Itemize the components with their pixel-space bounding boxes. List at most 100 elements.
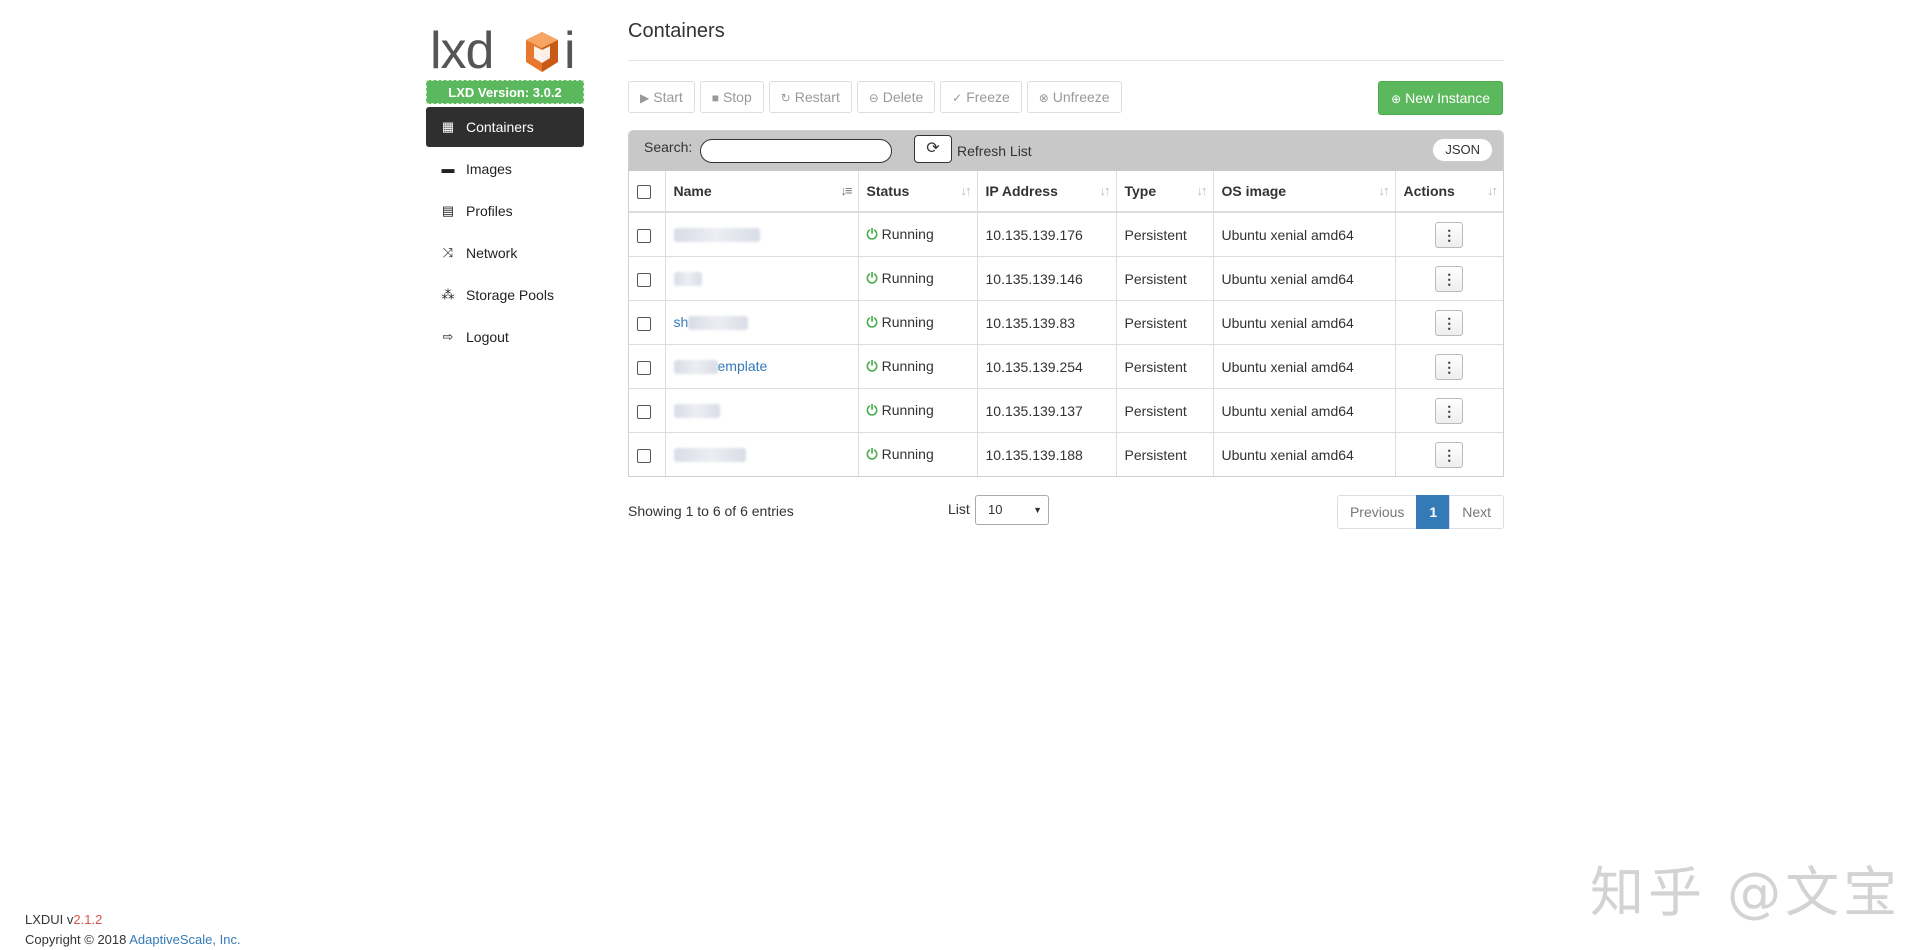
- start-button[interactable]: ▶ Start: [628, 81, 695, 113]
- column-header-type[interactable]: Type ↓↑: [1116, 171, 1214, 213]
- sort-asc-icon: ↓≡: [840, 183, 852, 198]
- column-header-name[interactable]: Name ↓≡: [665, 171, 859, 213]
- container-name-link[interactable]: emplate: [673, 358, 767, 376]
- lxdui-logo[interactable]: lxd i: [426, 20, 584, 78]
- os-cell: Ubuntu xenial amd64: [1213, 256, 1396, 301]
- status-text: Running: [881, 270, 934, 286]
- stop-button[interactable]: ■ Stop: [699, 81, 764, 113]
- redacted-name: [673, 271, 702, 286]
- power-icon: ⏻: [866, 358, 878, 374]
- status-text: Running: [881, 226, 934, 242]
- sidebar-item-logout[interactable]: ⇨ Logout: [426, 317, 584, 357]
- refresh-button[interactable]: ⟳: [914, 135, 952, 163]
- ip-cell: 10.135.139.146: [977, 256, 1117, 301]
- column-header-actions[interactable]: Actions ↓↑: [1395, 171, 1503, 213]
- sort-icon: ↓↑: [1487, 183, 1498, 198]
- drive-icon: ▬: [441, 161, 455, 176]
- unfreeze-button[interactable]: ⊗ Unfreeze: [1026, 81, 1122, 113]
- delete-icon: ⊖: [868, 91, 879, 105]
- table-footer: Showing 1 to 6 of 6 entries List 10 ▼ Pr…: [628, 487, 1504, 529]
- kebab-icon: ⋮: [1442, 358, 1457, 375]
- new-instance-button[interactable]: ⊕ New Instance: [1378, 81, 1503, 115]
- table-row: emplate ⏻ Running 10.135.139.254 Persiste…: [629, 344, 1503, 389]
- list-icon: ▤: [441, 203, 455, 218]
- row-actions-button[interactable]: ⋮: [1435, 265, 1464, 292]
- row-checkbox[interactable]: [637, 448, 651, 463]
- search-input[interactable]: [700, 139, 892, 163]
- row-checkbox[interactable]: [637, 360, 651, 375]
- container-name-link[interactable]: [673, 446, 746, 464]
- status-text: Running: [881, 358, 934, 374]
- sidebar-item-label: Images: [466, 161, 512, 177]
- sidebar-item-containers[interactable]: ▦ Containers: [426, 107, 584, 147]
- redacted-name: [673, 447, 746, 462]
- row-checkbox[interactable]: [637, 404, 651, 419]
- container-name-link[interactable]: [673, 226, 760, 244]
- pagination-page[interactable]: 1: [1416, 495, 1451, 529]
- title-divider: [628, 60, 1504, 61]
- container-name-link[interactable]: [673, 270, 702, 288]
- sidebar-item-storage-pools[interactable]: ⁂ Storage Pools: [426, 275, 584, 315]
- row-checkbox[interactable]: [637, 316, 651, 331]
- status-text: Running: [881, 446, 934, 462]
- row-actions-button[interactable]: ⋮: [1435, 353, 1464, 380]
- pagination: Previous 1 Next: [1336, 495, 1504, 529]
- json-button[interactable]: JSON: [1432, 138, 1493, 162]
- delete-button[interactable]: ⊖ Delete: [856, 81, 936, 113]
- containers-table: Name ↓≡ Status ↓↑ IP Address ↓↑ Type ↓↑ OS i…: [629, 171, 1503, 476]
- power-icon: ⏻: [866, 314, 878, 330]
- table-row: ⏻ Running 10.135.139.137 Persistent Ubunt…: [629, 388, 1503, 433]
- sort-icon: ↓↑: [1378, 183, 1390, 198]
- search-label: Search:: [644, 139, 693, 155]
- redacted-name: [688, 315, 749, 330]
- table-row: sh ⏻ Running 10.135.139.83 Persistent Ubu…: [629, 300, 1503, 345]
- refresh-icon: ⟳: [926, 140, 940, 157]
- container-name-link[interactable]: [673, 402, 720, 420]
- row-checkbox[interactable]: [637, 228, 651, 243]
- sidebar-item-profiles[interactable]: ▤ Profiles: [426, 191, 584, 231]
- shuffle-icon: ⤨: [442, 245, 454, 260]
- kebab-icon: ⋮: [1442, 402, 1457, 419]
- sidebar-item-images[interactable]: ▬ Images: [426, 149, 584, 189]
- row-actions-button[interactable]: ⋮: [1435, 309, 1464, 336]
- status-text: Running: [881, 402, 934, 418]
- row-checkbox[interactable]: [637, 272, 651, 287]
- container-name-link[interactable]: sh: [674, 314, 749, 332]
- sidebar-item-network[interactable]: ⤨ Network: [426, 233, 584, 273]
- app-version: 2.1.2: [73, 912, 103, 927]
- page-size-label: List: [948, 501, 970, 517]
- stop-icon: ■: [711, 91, 719, 105]
- type-cell: Persistent: [1116, 256, 1214, 301]
- sidebar: lxd i LXD Version: 3.0.2 ▦ Containers ▬ …: [426, 20, 584, 359]
- column-header-os[interactable]: OS image ↓↑: [1213, 171, 1396, 213]
- status-text: Running: [881, 314, 934, 330]
- restart-button[interactable]: ↻ Restart: [768, 81, 852, 113]
- redacted-name: [673, 403, 720, 418]
- company-link[interactable]: AdaptiveScale, Inc.: [129, 932, 240, 947]
- type-cell: Persistent: [1116, 344, 1214, 389]
- sidebar-item-label: Profiles: [466, 203, 513, 219]
- ip-cell: 10.135.139.83: [977, 300, 1117, 345]
- row-actions-button[interactable]: ⋮: [1435, 221, 1464, 248]
- app-version-line: LXDUI v2.1.2: [25, 912, 103, 927]
- table-header-row: Name ↓≡ Status ↓↑ IP Address ↓↑ Type ↓↑ OS i…: [629, 171, 1503, 213]
- table-row: ⏻ Running 10.135.139.188 Persistent Ubunt…: [629, 432, 1503, 476]
- os-cell: Ubuntu xenial amd64: [1213, 211, 1396, 257]
- sort-icon: ↓↑: [1196, 183, 1208, 198]
- column-header-status[interactable]: Status ↓↑: [858, 171, 978, 213]
- row-actions-button[interactable]: ⋮: [1435, 397, 1464, 424]
- copyright-line: Copyright © 2018 AdaptiveScale, Inc.: [25, 932, 241, 947]
- type-cell: Persistent: [1116, 432, 1214, 476]
- page-size-select[interactable]: 10 ▼: [975, 495, 1049, 525]
- watermark: 知乎 @文宝: [1590, 861, 1902, 924]
- column-header-ip[interactable]: IP Address ↓↑: [977, 171, 1117, 213]
- kebab-icon: ⋮: [1442, 446, 1457, 463]
- row-actions-button[interactable]: ⋮: [1435, 441, 1464, 468]
- freeze-button[interactable]: ✓ Freeze: [940, 81, 1022, 113]
- select-all-checkbox[interactable]: [637, 185, 651, 200]
- pagination-previous[interactable]: Previous: [1336, 495, 1418, 529]
- select-all-header: [629, 171, 666, 213]
- type-cell: Persistent: [1116, 388, 1214, 433]
- pagination-next[interactable]: Next: [1449, 495, 1504, 529]
- kebab-icon: ⋮: [1442, 270, 1457, 287]
